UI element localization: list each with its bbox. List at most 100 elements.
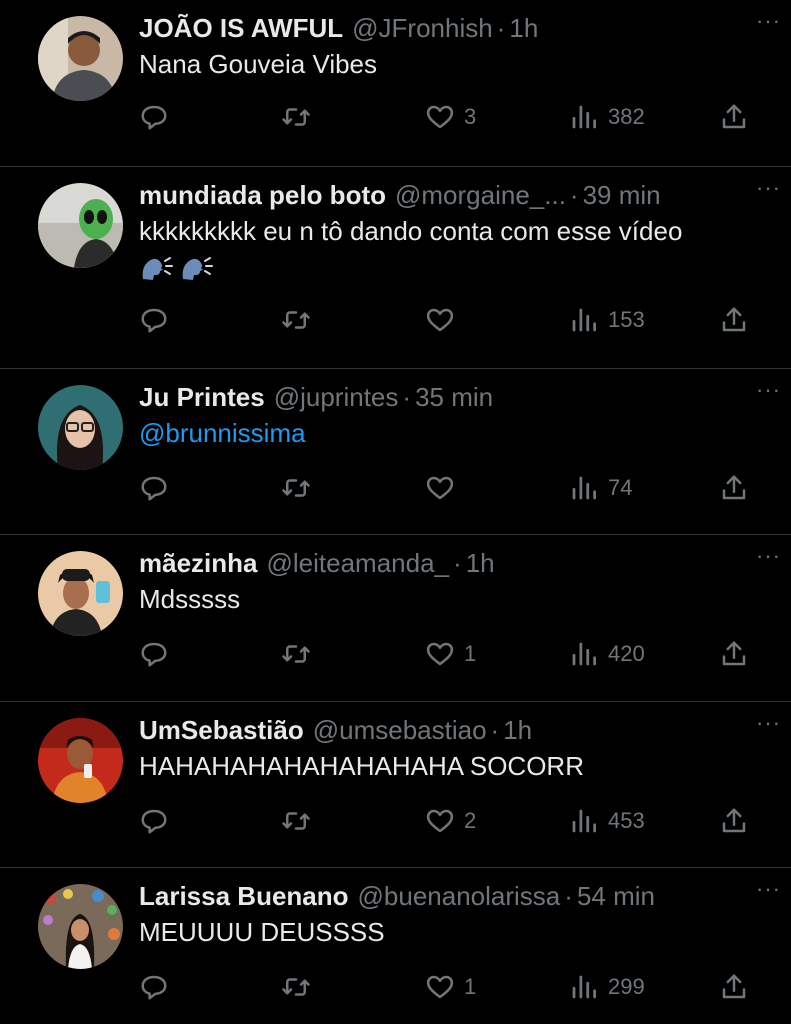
view-count: 74 [608,474,633,500]
retweet-button[interactable] [281,470,311,506]
more-icon[interactable]: ··· [756,176,781,198]
views-button[interactable]: 74 [569,470,632,506]
avatar[interactable] [38,16,123,101]
share-button[interactable] [719,636,749,672]
display-name[interactable]: JOÃO IS AWFUL [139,10,343,46]
views-icon [572,105,596,129]
display-name[interactable]: Larissa Buenano [139,878,349,914]
views-icon [572,642,596,666]
display-name[interactable]: Ju Printes [139,379,265,415]
avatar[interactable] [38,884,123,969]
views-button[interactable]: 420 [569,636,645,672]
retweet-button[interactable] [281,99,311,135]
reply-icon [141,975,167,1000]
reply-button[interactable] [139,636,169,672]
display-name[interactable]: mãezinha [139,545,258,581]
mention-link[interactable]: @brunnissima [139,415,761,451]
tweet[interactable]: UmSebastião @umsebastiao · 1h HAHAHAHAHA… [0,702,791,868]
separator-dot: · [496,13,506,43]
share-button[interactable] [719,302,749,338]
reply-button[interactable] [139,99,169,135]
share-icon [722,974,746,999]
retweet-icon [282,645,310,663]
share-icon [722,641,746,666]
user-handle[interactable]: @leiteamanda_ [267,545,450,581]
speaking-head-emoji [182,256,213,280]
separator-dot: · [453,548,462,578]
view-count: 453 [608,807,645,833]
share-button[interactable] [719,969,749,1005]
like-button[interactable]: 2 [425,803,476,839]
tweet-text: HAHAHAHAHAHAHAHAHA SOCORR [139,750,584,781]
share-button[interactable] [719,470,749,506]
reply-icon [141,308,167,332]
retweet-button[interactable] [281,969,311,1005]
share-icon [722,475,746,499]
share-button[interactable] [719,803,749,839]
tweet-text: Nana Gouveia Vibes [139,49,378,79]
like-button[interactable]: 1 [425,636,476,672]
view-count: 382 [608,104,645,129]
reply-button[interactable] [139,470,169,506]
like-count: 1 [464,974,477,999]
like-icon [426,308,454,331]
user-handle[interactable]: @umsebastiao [313,712,487,748]
reply-feed: JOÃO IS AWFUL @JFronhish · 1h Nana Gouve… [0,0,791,1024]
tweet[interactable]: mãezinha @leiteamanda_ · 1h Mdsssss ··· … [0,535,791,702]
separator-dot: · [402,381,412,412]
views-button[interactable]: 382 [569,99,645,135]
views-icon [572,975,596,999]
like-icon [426,809,454,832]
views-button[interactable]: 453 [569,803,645,839]
timestamp[interactable]: 1h [509,10,538,46]
retweet-button[interactable] [281,636,311,672]
views-button[interactable]: 153 [569,302,645,338]
timestamp[interactable]: 1h [466,545,495,581]
like-button[interactable] [425,470,464,506]
display-name[interactable]: UmSebastião [139,712,304,748]
tweet[interactable]: Larissa Buenano @buenanolarissa · 54 min… [0,868,791,1024]
like-button[interactable]: 3 [425,99,476,135]
reply-button[interactable] [139,302,169,338]
user-handle[interactable]: @juprintes [274,379,399,415]
timestamp[interactable]: 54 min [577,878,655,914]
reply-button[interactable] [139,803,169,839]
share-icon [722,307,746,331]
more-icon[interactable]: ··· [756,545,781,567]
reply-button[interactable] [139,969,169,1005]
display-name[interactable]: mundiada pelo boto [139,177,386,213]
share-icon [722,104,746,129]
like-button[interactable] [425,302,464,338]
avatar[interactable] [38,717,123,803]
tweet[interactable]: Ju Printes @juprintes · 35 min @brunniss… [0,369,791,535]
separator-dot: · [569,179,579,210]
more-icon[interactable]: ··· [756,711,781,733]
retweet-button[interactable] [281,302,311,338]
timestamp[interactable]: 35 min [415,379,493,415]
separator-dot: · [490,714,500,745]
like-button[interactable]: 1 [425,969,476,1005]
user-handle[interactable]: @JFronhish [352,10,493,46]
avatar[interactable] [38,182,123,268]
tweet[interactable]: JOÃO IS AWFUL @JFronhish · 1h Nana Gouve… [0,0,791,167]
avatar[interactable] [38,384,123,470]
separator-dot: · [564,881,573,911]
like-count: 2 [464,807,477,833]
views-icon [572,308,596,331]
more-icon[interactable]: ··· [756,10,781,32]
views-button[interactable]: 299 [569,969,645,1005]
user-handle[interactable]: @morgaine_... [395,177,566,213]
retweet-button[interactable] [281,803,311,839]
avatar[interactable] [38,551,123,636]
like-icon [426,105,454,129]
user-handle[interactable]: @buenanolarissa [358,878,561,914]
like-count: 1 [464,641,477,666]
timestamp[interactable]: 39 min [583,177,661,213]
tweet[interactable]: mundiada pelo boto @morgaine_... · 39 mi… [0,167,791,369]
more-icon[interactable]: ··· [756,878,781,900]
tweet-text: MEUUUU DEUSSSS [139,917,385,947]
share-button[interactable] [719,99,749,135]
timestamp[interactable]: 1h [503,712,532,748]
more-icon[interactable]: ··· [756,378,781,400]
tweet-text: Mdsssss [139,584,241,614]
